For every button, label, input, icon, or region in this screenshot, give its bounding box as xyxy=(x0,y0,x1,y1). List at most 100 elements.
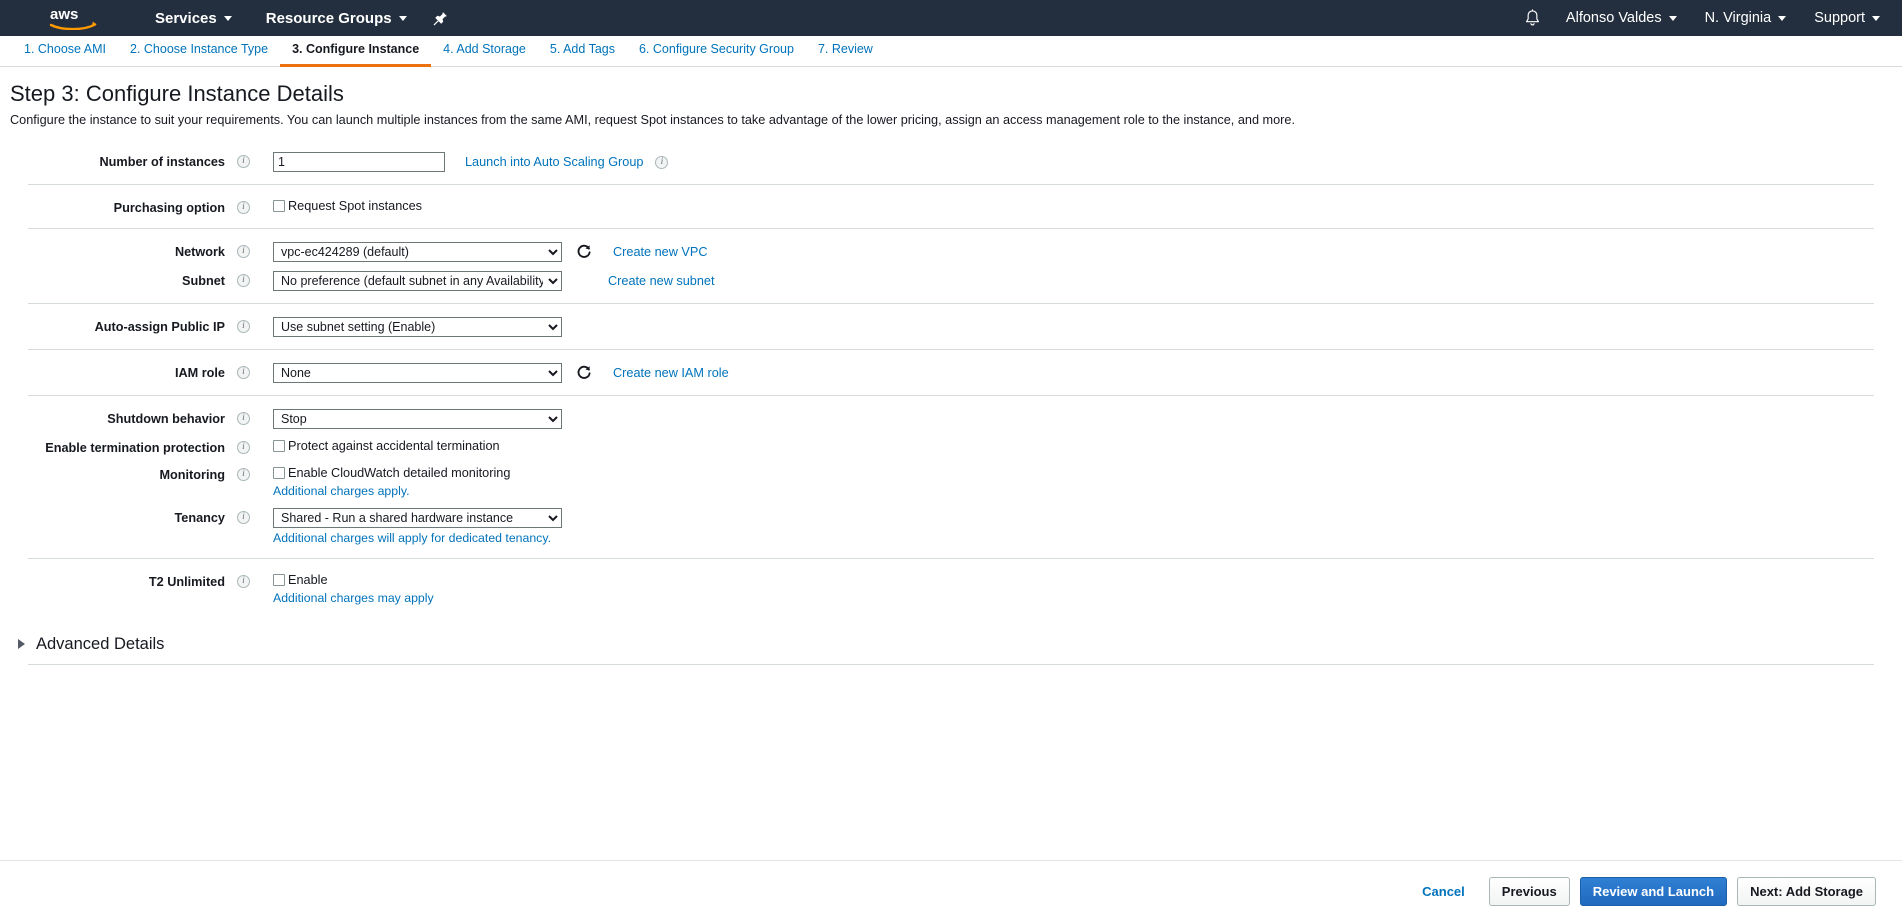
control-purchasing-option: Request Spot instances xyxy=(273,197,1902,214)
previous-button[interactable]: Previous xyxy=(1488,876,1570,906)
tab-configure-instance[interactable]: 3. Configure Instance xyxy=(280,42,432,67)
pin-button[interactable] xyxy=(424,0,458,36)
nav-item-services[interactable]: Services xyxy=(138,0,249,36)
t2-unlimited-checkbox-label: Enable xyxy=(288,573,328,587)
nav-right-group: Alfonso Valdes N. Virginia Support xyxy=(1514,0,1902,36)
row-shutdown-behavior: Shutdown behavior i Stop xyxy=(0,404,1902,433)
subnet-select[interactable]: No preference (default subnet in any Ava… xyxy=(273,271,562,291)
form-group-instance-behavior: Shutdown behavior i Stop Enable terminat… xyxy=(0,396,1902,558)
row-network: Network i vpc-ec424289 (default) Create … xyxy=(0,237,1902,266)
row-iam-role: IAM role i None Create new IAM role xyxy=(0,358,1902,387)
tab-choose-ami[interactable]: 1. Choose AMI xyxy=(12,42,118,67)
info-icon[interactable]: i xyxy=(655,156,669,169)
nav-item-support[interactable]: Support xyxy=(1800,0,1902,36)
info-icon[interactable]: i xyxy=(237,155,250,168)
tab-choose-instance-type[interactable]: 2. Choose Instance Type xyxy=(118,42,280,67)
notifications-button[interactable] xyxy=(1514,0,1552,36)
info-icon[interactable]: i xyxy=(237,320,250,333)
tenancy-additional-charges-link[interactable]: Additional charges will apply for dedica… xyxy=(273,530,562,546)
nav-item-resource-groups[interactable]: Resource Groups xyxy=(249,0,424,36)
tenancy-select[interactable]: Shared - Run a shared hardware instance xyxy=(273,508,562,528)
form-group-network: Network i vpc-ec424289 (default) Create … xyxy=(0,229,1902,303)
iam-role-select[interactable]: None xyxy=(273,363,562,383)
info-icon[interactable]: i xyxy=(237,245,250,258)
label-tenancy: Tenancy xyxy=(174,511,225,525)
control-termination-protection: Protect against accidental termination xyxy=(273,437,1902,454)
nav-item-region[interactable]: N. Virginia xyxy=(1691,0,1801,36)
termination-protection-checkbox-label: Protect against accidental termination xyxy=(288,439,500,453)
termination-protection-checkbox-wrap[interactable]: Protect against accidental termination xyxy=(273,438,500,454)
info-icon[interactable]: i xyxy=(237,274,250,287)
review-and-launch-button[interactable]: Review and Launch xyxy=(1579,876,1728,906)
wizard-step-tabs: 1. Choose AMI 2. Choose Instance Type 3.… xyxy=(0,36,1902,67)
row-t2-unlimited: T2 Unlimited i Enable Additional charges… xyxy=(0,567,1902,610)
monitoring-checkbox-wrap[interactable]: Enable CloudWatch detailed monitoring xyxy=(273,465,510,481)
cancel-button[interactable]: Cancel xyxy=(1408,877,1479,906)
form-group-purchasing: Purchasing option i Request Spot instanc… xyxy=(0,185,1902,228)
number-of-instances-input[interactable] xyxy=(273,152,445,172)
label-iam-role: IAM role xyxy=(174,366,225,380)
label-shutdown-behavior: Shutdown behavior xyxy=(107,412,225,426)
tab-review[interactable]: 7. Review xyxy=(806,42,885,67)
request-spot-instances-checkbox[interactable] xyxy=(273,200,285,212)
svg-text:aws: aws xyxy=(50,6,78,23)
t2-unlimited-checkbox[interactable] xyxy=(273,574,285,586)
network-select[interactable]: vpc-ec424289 (default) xyxy=(273,242,562,262)
control-monitoring: Enable CloudWatch detailed monitoring Ad… xyxy=(273,464,1902,499)
row-tenancy: Tenancy i Shared - Run a shared hardware… xyxy=(0,503,1902,550)
control-shutdown-behavior: Stop xyxy=(273,408,1902,429)
triangle-right-icon xyxy=(18,639,25,649)
form-group-t2-unlimited: T2 Unlimited i Enable Additional charges… xyxy=(0,559,1902,618)
control-subnet: No preference (default subnet in any Ava… xyxy=(273,270,1902,291)
t2-unlimited-additional-charges-link[interactable]: Additional charges may apply xyxy=(273,590,434,606)
create-new-subnet-link[interactable]: Create new subnet xyxy=(608,271,715,291)
nav-item-services-label: Services xyxy=(155,9,217,27)
chevron-down-icon xyxy=(1872,15,1880,21)
wizard-footer: Cancel Previous Review and Launch Next: … xyxy=(0,860,1902,921)
info-icon[interactable]: i xyxy=(237,201,250,214)
info-icon[interactable]: i xyxy=(237,511,250,524)
nav-item-resource-groups-label: Resource Groups xyxy=(265,9,392,27)
tab-add-tags[interactable]: 5. Add Tags xyxy=(538,42,627,67)
advanced-details-toggle[interactable]: Advanced Details xyxy=(0,618,164,664)
row-subnet: Subnet i No preference (default subnet i… xyxy=(0,266,1902,295)
t2-unlimited-checkbox-wrap[interactable]: Enable xyxy=(273,572,434,588)
info-icon[interactable]: i xyxy=(237,441,250,454)
label-network: Network xyxy=(174,245,225,259)
launch-into-auto-scaling-group-link[interactable]: Launch into Auto Scaling Group xyxy=(465,152,643,172)
create-new-iam-role-link[interactable]: Create new IAM role xyxy=(613,363,729,383)
refresh-iam-role-button[interactable] xyxy=(575,364,593,382)
refresh-network-button[interactable] xyxy=(575,243,593,261)
control-t2-unlimited: Enable Additional charges may apply xyxy=(273,571,1902,606)
info-icon[interactable]: i xyxy=(237,468,250,481)
nav-item-region-label: N. Virginia xyxy=(1704,10,1772,26)
auto-assign-public-ip-select[interactable]: Use subnet setting (Enable) xyxy=(273,317,562,337)
chevron-down-icon xyxy=(1778,15,1787,21)
control-number-of-instances: Launch into Auto Scaling Group i xyxy=(273,151,1902,172)
next-add-storage-button[interactable]: Next: Add Storage xyxy=(1737,876,1876,906)
shutdown-behavior-select[interactable]: Stop xyxy=(273,409,562,429)
chevron-down-icon xyxy=(223,15,232,21)
configure-instance-form: Number of instances i Launch into Auto S… xyxy=(0,139,1902,665)
label-t2-unlimited: T2 Unlimited xyxy=(148,575,225,589)
control-network: vpc-ec424289 (default) Create new VPC xyxy=(273,241,1902,262)
form-group-instances: Number of instances i Launch into Auto S… xyxy=(0,139,1902,184)
aws-logo[interactable]: aws xyxy=(48,6,100,31)
monitoring-additional-charges-link[interactable]: Additional charges apply. xyxy=(273,483,510,499)
tab-configure-security-group[interactable]: 6. Configure Security Group xyxy=(627,42,806,67)
row-monitoring: Monitoring i Enable CloudWatch detailed … xyxy=(0,460,1902,503)
top-navigation-bar: aws Services Resource Groups Alfonso Val… xyxy=(0,0,1902,36)
tab-add-storage[interactable]: 4. Add Storage xyxy=(431,42,538,67)
info-icon[interactable]: i xyxy=(237,412,250,425)
info-icon[interactable]: i xyxy=(237,366,250,379)
monitoring-checkbox[interactable] xyxy=(273,467,285,479)
monitoring-checkbox-label: Enable CloudWatch detailed monitoring xyxy=(288,466,511,480)
create-new-vpc-link[interactable]: Create new VPC xyxy=(613,242,708,262)
row-auto-assign-public-ip: Auto-assign Public IP i Use subnet setti… xyxy=(0,312,1902,341)
monitoring-stack: Enable CloudWatch detailed monitoring Ad… xyxy=(273,465,510,499)
nav-left-group: Services Resource Groups xyxy=(138,0,458,36)
info-icon[interactable]: i xyxy=(237,575,250,588)
request-spot-instances-checkbox-wrap[interactable]: Request Spot instances xyxy=(273,198,422,214)
nav-item-account[interactable]: Alfonso Valdes xyxy=(1552,0,1691,36)
termination-protection-checkbox[interactable] xyxy=(273,440,285,452)
